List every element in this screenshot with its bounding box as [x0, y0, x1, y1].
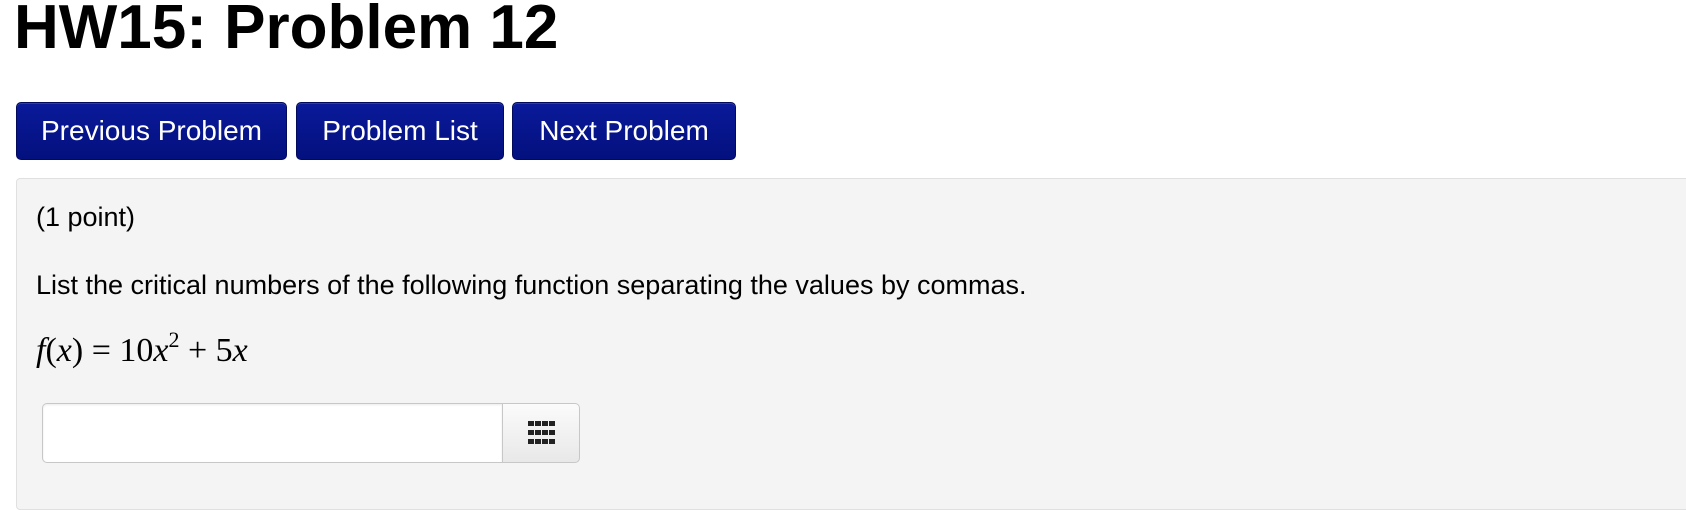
formula-exponent: 2 [168, 327, 180, 352]
formula-variable-1: x [153, 332, 169, 369]
formula-variable-2: x [232, 332, 248, 369]
problem-panel: (1 point) List the critical numbers of t… [16, 178, 1686, 510]
formula-close-paren: ) [71, 332, 84, 369]
next-problem-button[interactable]: Next Problem [512, 102, 736, 160]
answer-input[interactable] [42, 403, 502, 463]
problem-list-button[interactable]: Problem List [296, 102, 504, 160]
formula-open-paren: ( [45, 332, 57, 369]
answer-group [42, 403, 580, 463]
problem-points: (1 point) [36, 202, 136, 232]
formula-coefficient-1: 10 [119, 332, 154, 369]
keypad-grid-icon [528, 421, 555, 444]
page-title: HW15: Problem 12 [14, 0, 559, 62]
formula-argument: x [56, 332, 72, 369]
problem-formula: f(x) = 10x2 + 5x [36, 329, 248, 371]
previous-problem-button[interactable]: Previous Problem [16, 102, 287, 160]
problem-question: List the critical numbers of the followi… [36, 270, 1027, 300]
keypad-button[interactable] [502, 403, 580, 463]
formula-equals: = [83, 332, 120, 369]
formula-coefficient-2: 5 [215, 332, 233, 369]
formula-plus: + [179, 332, 216, 369]
